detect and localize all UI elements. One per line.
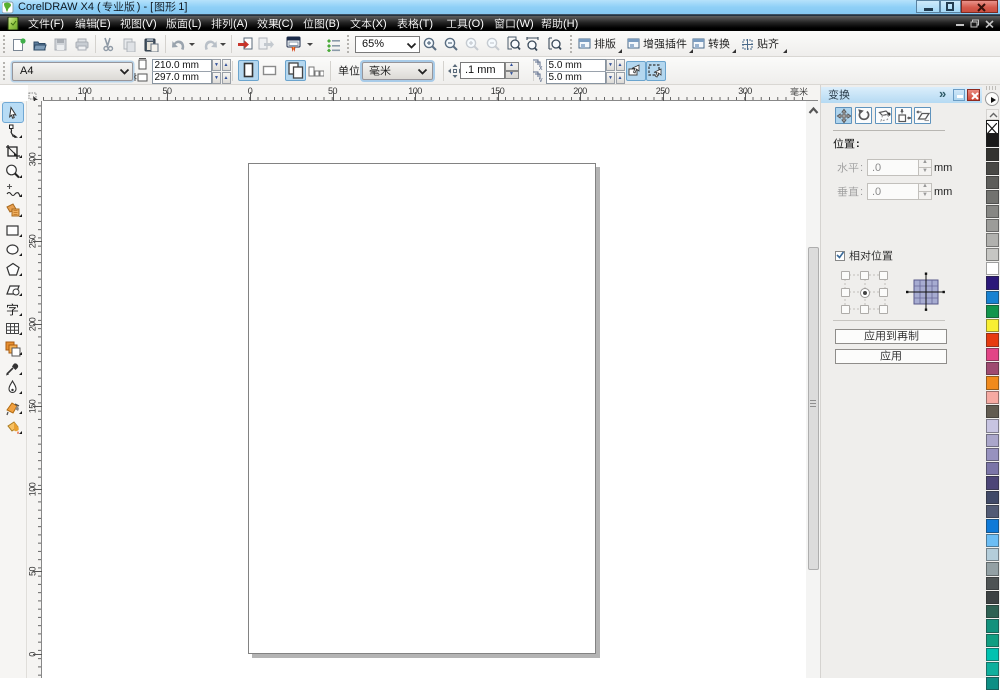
svg-text:y: y <box>539 77 543 82</box>
svg-text:x: x <box>539 65 543 70</box>
